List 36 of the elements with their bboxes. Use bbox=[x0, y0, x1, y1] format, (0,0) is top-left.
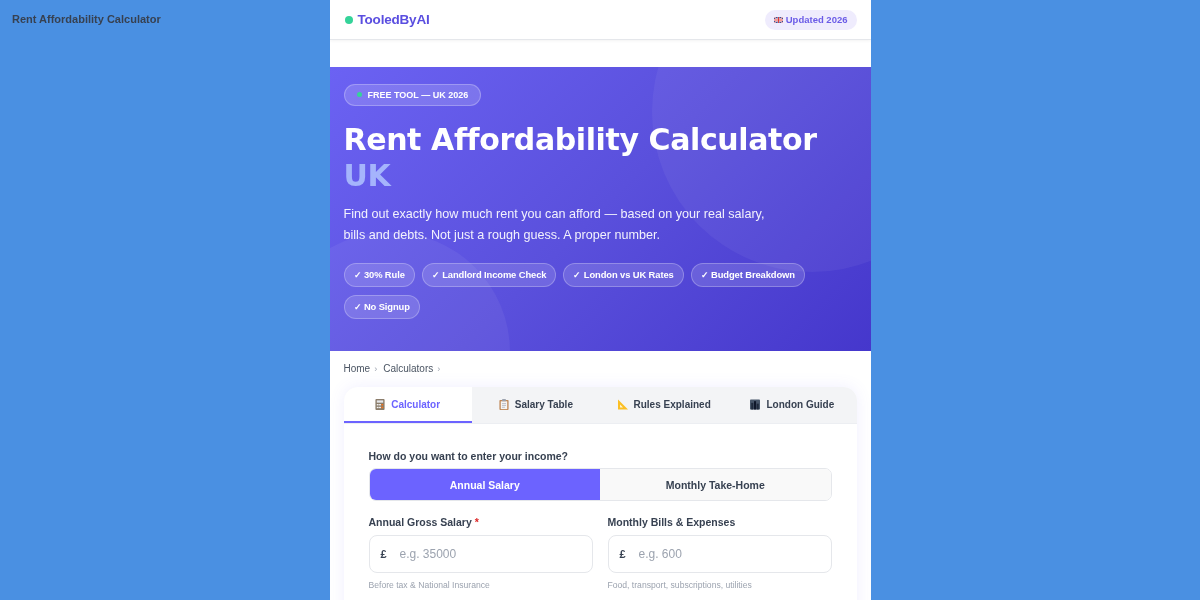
calculator-icon bbox=[375, 398, 386, 410]
field-label: Annual Gross Salary bbox=[368, 515, 472, 529]
hero-description: Find out exactly how much rent you can afford — based on your real salary, bills and debts. Not just a rough guess. A proper number. bbox=[343, 205, 766, 244]
feature-chip: ✓ Budget Breakdown bbox=[690, 262, 805, 287]
page-title: Rent Affordability Calculator bbox=[343, 121, 817, 158]
tab[interactable]: Calculator bbox=[343, 387, 472, 423]
field-hint: Food, transport, subscriptions, utilities bbox=[607, 579, 753, 591]
field-label: Monthly Bills & Expenses bbox=[607, 515, 736, 529]
tab[interactable]: London Guide bbox=[728, 387, 857, 423]
feature-chip: ✓ No Signup bbox=[343, 294, 420, 319]
dot-icon bbox=[356, 92, 362, 97]
title-highlight: UK bbox=[343, 157, 391, 194]
breadcrumb-separator: › bbox=[374, 364, 378, 374]
dot-icon bbox=[344, 15, 353, 24]
required-mark: * bbox=[474, 515, 479, 529]
breadcrumb-link[interactable]: Home bbox=[343, 362, 371, 376]
income-mode-option[interactable]: Monthly Take-Home bbox=[600, 469, 831, 500]
currency-symbol: £ bbox=[619, 547, 626, 561]
feature-chip: ✓ Landlord Income Check bbox=[421, 262, 557, 287]
feature-chip: ✓ London vs UK Rates bbox=[563, 262, 684, 287]
income-question: How do you want to enter your income? bbox=[368, 449, 569, 463]
tab[interactable]: Salary Table bbox=[471, 387, 600, 423]
income-mode-option[interactable]: Annual Salary bbox=[369, 469, 600, 500]
badge-text: FREE TOOL — UK 2026 bbox=[367, 89, 469, 100]
flag-icon bbox=[773, 16, 783, 23]
tab[interactable]: Rules Explained bbox=[600, 387, 729, 423]
field-hint: Before tax & National Insurance bbox=[368, 579, 491, 591]
breadcrumb-separator: › bbox=[437, 364, 441, 374]
city-skyline-icon bbox=[750, 398, 761, 410]
feature-chip: ✓ 30% Rule bbox=[343, 262, 415, 287]
breadcrumb-current: Rent Affordability Calculator bbox=[12, 12, 161, 26]
breadcrumb-link[interactable]: Calculators bbox=[383, 362, 434, 376]
currency-symbol: £ bbox=[380, 547, 387, 561]
brand-name[interactable]: TooledByAI bbox=[357, 12, 430, 27]
updated-text: Updated 2026 bbox=[785, 14, 848, 25]
clipboard-icon bbox=[498, 398, 509, 410]
